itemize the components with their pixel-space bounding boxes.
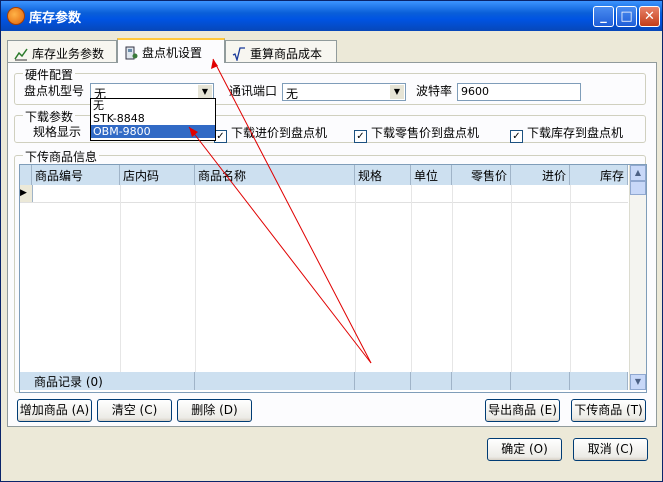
column-divider: [355, 185, 356, 372]
scanner-icon: [124, 46, 138, 60]
scroll-thumb[interactable]: [630, 181, 646, 195]
port-value: 无: [286, 87, 299, 101]
check-icon: ✓: [510, 130, 523, 143]
chart-icon: [14, 47, 28, 61]
checkbox-label: 下载进价到盘点机: [231, 126, 328, 140]
column-header[interactable]: 库存: [570, 165, 628, 185]
vertical-scrollbar[interactable]: ▲ ▼: [629, 165, 646, 390]
ok-button[interactable]: 确定 (O): [487, 438, 562, 461]
column-header[interactable]: 规格: [355, 165, 411, 185]
row-pointer-icon: ▶: [20, 185, 33, 202]
goods-grid[interactable]: 商品编号 店内码 商品名称 规格 单位 零售价 进价 库存 ▶ 商品记录 (0): [19, 164, 647, 393]
column-divider: [120, 185, 121, 372]
port-select[interactable]: 无 ▼: [282, 83, 406, 101]
column-header[interactable]: 单位: [411, 165, 452, 185]
app-icon: [7, 7, 25, 25]
clear-button[interactable]: 清空 (C): [97, 399, 172, 422]
column-header[interactable]: 店内码: [120, 165, 195, 185]
spec-display-label: 规格显示: [33, 125, 82, 139]
column-divider: [570, 185, 571, 372]
close-button[interactable]: ✕: [639, 6, 660, 27]
checkbox-label: 下载库存到盘点机: [527, 126, 624, 140]
footer-cell: [195, 372, 355, 390]
column-header[interactable]: 进价: [511, 165, 570, 185]
tab-strip: 库存业务参数 盘点机设置 重算商品成本: [7, 38, 657, 63]
column-divider: [411, 185, 412, 372]
scroll-up-icon[interactable]: ▲: [630, 165, 646, 181]
column-divider: [452, 185, 453, 372]
scroll-down-icon[interactable]: ▼: [630, 374, 646, 390]
model-dropdown-list[interactable]: 无 STK-8848 OBM-9800: [90, 98, 216, 141]
chevron-down-icon[interactable]: ▼: [198, 85, 212, 99]
footer-cell: [570, 372, 628, 390]
footer-cell: [452, 372, 511, 390]
record-count: 商品记录 (0): [20, 372, 195, 390]
tab-inventory-params[interactable]: 库存业务参数: [7, 40, 117, 62]
tab-recalc-cost[interactable]: 重算商品成本: [225, 40, 337, 63]
baud-label: 波特率: [416, 84, 453, 98]
footer-cell: [355, 372, 411, 390]
column-divider: [195, 185, 196, 372]
download-stock-checkbox[interactable]: ✓ 下载库存到盘点机: [510, 124, 623, 143]
model-label: 盘点机型号: [24, 84, 85, 98]
row-divider: [20, 202, 628, 203]
export-goods-button[interactable]: 导出商品 (E): [485, 399, 560, 422]
check-icon: ✓: [354, 130, 367, 143]
tab-label: 重算商品成本: [250, 47, 323, 61]
dropdown-option[interactable]: 无: [91, 99, 215, 112]
column-header[interactable]: 商品名称: [195, 165, 355, 185]
title-bar[interactable]: 库存参数 _ □ ✕: [1, 1, 662, 31]
checkbox-label: 下载零售价到盘点机: [371, 126, 480, 140]
column-header[interactable]: 商品编号: [32, 165, 120, 185]
group-label: 下传商品信息: [23, 148, 100, 165]
column-divider: [511, 185, 512, 372]
minimize-button[interactable]: _: [593, 6, 614, 27]
delete-button[interactable]: 删除 (D): [177, 399, 252, 422]
chevron-down-icon[interactable]: ▼: [390, 85, 404, 99]
add-goods-button[interactable]: 增加商品 (A): [17, 399, 92, 422]
tab-scanner-settings[interactable]: 盘点机设置: [117, 38, 225, 63]
maximize-button[interactable]: □: [616, 6, 637, 27]
dropdown-option[interactable]: STK-8848: [91, 112, 215, 125]
download-retail-checkbox[interactable]: ✓ 下载零售价到盘点机: [354, 124, 479, 143]
tab-label: 库存业务参数: [32, 47, 105, 61]
footer-cell: [511, 372, 570, 390]
download-goods-button[interactable]: 下传商品 (T): [571, 399, 646, 422]
dialog-window: 库存参数 _ □ ✕ 库存业务参数 盘点机设置 重算商品成本 硬件配置 盘点机型…: [0, 0, 663, 482]
port-label: 通讯端口: [229, 84, 278, 98]
group-label: 硬件配置: [23, 66, 76, 83]
sqrt-icon: [232, 47, 246, 63]
row-indicator-header: [20, 165, 32, 185]
cancel-button[interactable]: 取消 (C): [573, 438, 648, 461]
footer-cell: [411, 372, 452, 390]
column-header[interactable]: 零售价: [452, 165, 511, 185]
window-title: 库存参数: [29, 11, 82, 26]
tab-label: 盘点机设置: [142, 46, 203, 60]
dropdown-option-selected[interactable]: OBM-9800: [91, 125, 215, 138]
download-cost-checkbox[interactable]: ✓ 下载进价到盘点机: [214, 124, 327, 143]
baud-input[interactable]: 9600: [457, 83, 581, 101]
